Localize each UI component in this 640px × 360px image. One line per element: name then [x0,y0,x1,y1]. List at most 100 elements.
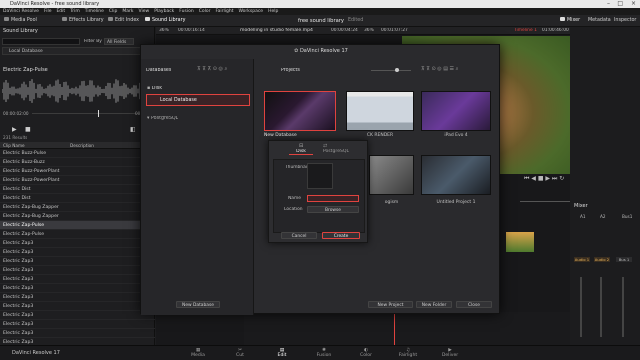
menu-help[interactable]: Help [268,8,278,15]
menu-fusion[interactable]: Fusion [179,8,193,15]
menu-edit[interactable]: Edit [56,8,65,15]
preview-playhead[interactable] [98,110,99,117]
sound-list-item[interactable]: Electric Zap3 [0,320,155,329]
disk-group[interactable]: ▪ Disk [147,86,162,91]
sound-list-item[interactable]: Electric Zap3 [0,239,155,248]
play-icon[interactable]: ▶ [12,126,17,133]
page-color[interactable]: ◐ Color [346,348,386,358]
new-database-button[interactable]: New Database [176,301,220,308]
create-button[interactable]: Create [322,232,360,239]
sound-list-item[interactable]: Electric Zap3 [0,293,155,302]
sound-list-item[interactable]: Electric Zap3 [0,338,155,345]
page-fairlight[interactable]: ♫ Fairlight [388,348,428,358]
project-thumb-ck-render[interactable] [346,91,414,131]
menu-color[interactable]: Color [199,8,211,15]
sound-list-item[interactable]: Electric Zap3 [0,275,155,284]
sound-list-item[interactable]: Electric Zap3 [0,248,155,257]
sound-list-item[interactable]: Electric Buzz-PowerPlant [0,176,155,185]
source-zoom[interactable]: 36% [159,28,169,33]
col-description[interactable]: Description [70,143,94,148]
tab-postgresql[interactable]: PostgreSQL [319,149,353,154]
project-view-icons[interactable]: ⊼ ⊼ ⊙ ◎ ▤ ☰ ⌕ [421,66,458,72]
preview-scrubber[interactable] [32,113,142,114]
sound-list-item[interactable]: Electric Zap-Bug Zapper [0,212,155,221]
mixer-track-audio2[interactable]: Audio 2 [594,257,610,262]
mixer-button[interactable]: Mixer [560,17,580,25]
audition-icon[interactable]: ◧ [130,126,136,133]
thumbnail-picker[interactable] [307,163,333,189]
sound-list-item[interactable]: Electric Zap3 [0,257,155,266]
postgresql-group[interactable]: ▾ PostgreSQL [147,116,178,121]
sound-list-item[interactable]: Electric Zap3 [0,311,155,320]
sound-list-item[interactable]: Electric Buzz-Pulse [0,149,155,158]
page-cut[interactable]: ✂ Cut [220,348,260,358]
sound-list-item[interactable]: Electric Zap3 [0,266,155,275]
new-folder-button[interactable]: New Folder [416,301,452,308]
close-window-button[interactable]: × [631,0,636,8]
loop-icon[interactable]: ■ [25,126,31,133]
mixer-track-bus1[interactable]: Bus 1 [616,257,632,262]
fader-a2[interactable] [600,277,602,337]
sound-list-item[interactable]: Electric Zap-Pulse [0,221,155,230]
edit-index-button[interactable]: Edit Index [108,17,139,25]
maximize-button[interactable]: □ [617,0,623,8]
effects-library-button[interactable]: Effects Library [62,17,104,25]
metadata-button[interactable]: Metadata [588,17,611,25]
timeline-zoom[interactable]: 36% [364,28,374,33]
sound-list-item[interactable]: Electric Zap-Pulse [0,230,155,239]
menu-view[interactable]: View [139,8,150,15]
media-pool-button[interactable]: Media Pool [4,17,37,25]
menu-playback[interactable]: Playback [154,8,174,15]
sound-list-item[interactable]: Electric Dist [0,185,155,194]
sound-list-item[interactable]: Electric Zap3 [0,284,155,293]
browse-button[interactable]: Browse [307,206,359,213]
sound-list-item[interactable]: Electric Zap-Bug Zapper [0,203,155,212]
database-name-input[interactable] [307,195,359,202]
menu-file[interactable]: File [44,8,52,15]
minimize-button[interactable]: – [607,0,610,8]
effects-library-label: Effects Library [69,18,104,23]
menu-timeline[interactable]: Timeline [85,8,104,15]
timeline-name[interactable]: Timeline 1 [514,28,537,33]
sound-list-item[interactable]: Electric Buzz-Buzz [0,158,155,167]
database-select[interactable]: Local Database [2,47,152,55]
page-edit[interactable]: ▤ Edit [262,348,302,358]
project-thumb-ipad-evo[interactable] [421,91,491,131]
fader-bus1[interactable] [622,277,624,337]
new-project-button[interactable]: New Project [368,301,413,308]
menu-workspace[interactable]: Workspace [238,8,263,15]
col-clip-name[interactable]: Clip Name [3,143,25,148]
transport-controls[interactable]: ⏮ ◀ ■ ▶ ⏭ ↻ [524,175,564,183]
menu-trim[interactable]: Trim [70,8,80,15]
page-fusion[interactable]: ✺ Fusion [304,348,344,358]
tab-disk[interactable]: Disk [289,149,313,155]
project-thumb-new-database[interactable] [264,91,336,131]
window-titlebar: DaVinci Resolve - free sound library – □… [0,0,640,8]
menu-fairlight[interactable]: Fairlight [215,8,233,15]
timeline-playhead[interactable] [394,312,395,345]
sound-list-item[interactable]: Electric Zap3 [0,329,155,338]
page-deliver[interactable]: ▶ Deliver [430,348,470,358]
page-media[interactable]: ▦ Media [178,348,218,358]
database-toolbar-icons[interactable]: ⊼ ⊼ ⊼ ⊙ ◎ ⌕ [197,66,227,72]
cancel-button[interactable]: Cancel [281,232,317,239]
project-thumb-ogism[interactable] [369,155,414,195]
sound-list-item[interactable]: Electric Buzz-PowerPlant [0,167,155,176]
local-database-item[interactable]: Local Database [146,94,250,106]
filter-field-select[interactable]: All Fields [104,38,134,45]
sound-library-button[interactable]: Sound Library [145,17,185,25]
timeline-clip-thumb[interactable] [506,232,534,252]
close-button[interactable]: Close [456,301,492,308]
project-thumb-untitled-1[interactable] [421,155,491,195]
sound-list-item[interactable]: Electric Zap3 [0,302,155,311]
menu-clip[interactable]: Clip [109,8,118,15]
slider-handle[interactable] [395,68,399,72]
thumbnail-size-slider[interactable] [371,70,411,71]
sound-list-item[interactable]: Electric Dist [0,194,155,203]
inspector-button[interactable]: Inspector [614,17,636,25]
fader-a1[interactable] [580,277,582,337]
mixer-track-audio1[interactable]: Audio 1 [574,257,590,262]
menu-davinci-resolve[interactable]: DaVinci Resolve [3,8,39,15]
menu-mark[interactable]: Mark [122,8,133,15]
sound-search-input[interactable] [2,38,80,45]
